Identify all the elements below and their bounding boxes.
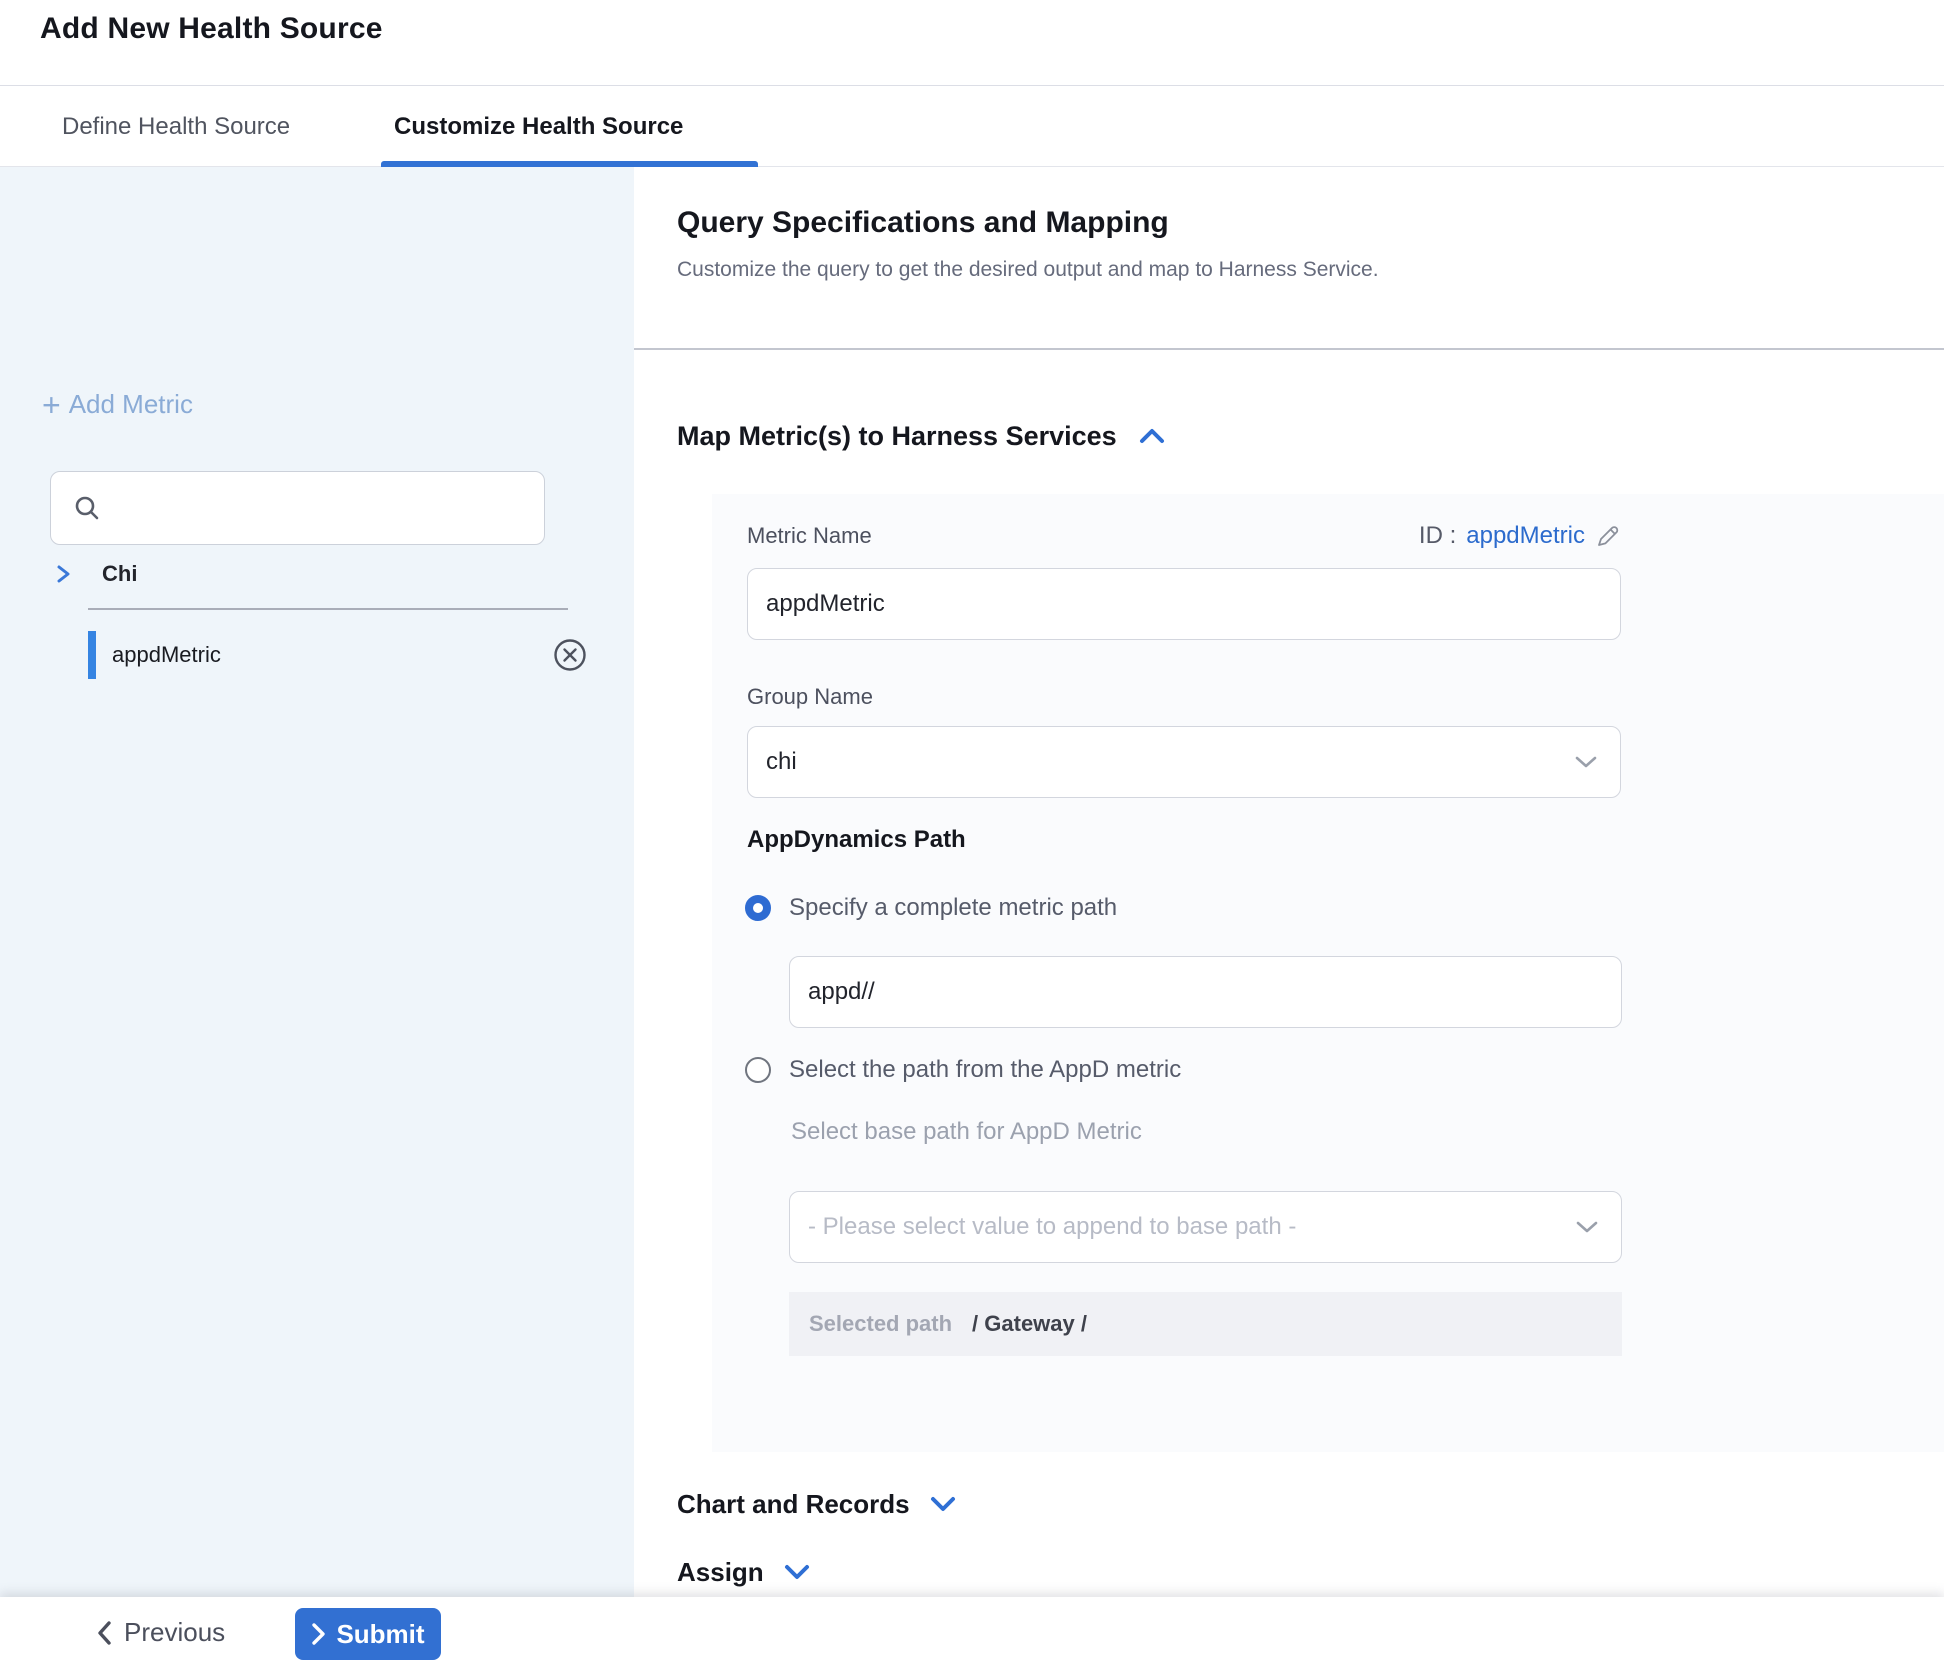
sidebar-metric-appdmetric[interactable]: appdMetric (88, 629, 588, 681)
metric-name-row: Metric Name ID : appdMetric (747, 522, 1621, 550)
selected-metric-indicator (88, 631, 96, 679)
metric-name-input[interactable] (747, 568, 1621, 640)
group-name-value: chi (766, 748, 797, 776)
chevron-down-icon (1575, 1220, 1599, 1234)
tab-define-health-source[interactable]: Define Health Source (62, 87, 290, 167)
circled-x-icon[interactable] (552, 637, 588, 673)
chevron-up-icon[interactable] (1137, 427, 1167, 445)
metrics-sidebar: + Add Metric Chi appdMetric (0, 167, 634, 1597)
group-name-label: Group Name (747, 684, 873, 710)
chevron-right-icon (311, 1622, 326, 1646)
pencil-icon[interactable] (1595, 523, 1621, 549)
previous-button[interactable]: Previous (96, 1597, 225, 1668)
selected-path-strip: Selected path / Gateway / (789, 1292, 1622, 1356)
chevron-left-icon (96, 1620, 112, 1646)
dialog-title: Add New Health Source (40, 12, 383, 46)
assign-section-header[interactable]: Assign (677, 1552, 812, 1592)
add-new-health-source-dialog: Add New Health Source Define Health Sour… (0, 0, 1944, 1668)
sidebar-divider (88, 608, 568, 610)
search-icon (73, 494, 101, 522)
map-metrics-section-header[interactable]: Map Metric(s) to Harness Services (677, 416, 1167, 456)
assign-label: Assign (677, 1557, 764, 1588)
previous-label: Previous (124, 1617, 225, 1648)
radio-selected-icon[interactable] (745, 895, 771, 921)
metric-id-value: appdMetric (1466, 522, 1585, 550)
tab-define-label: Define Health Source (62, 113, 290, 141)
radio-select-appd-path[interactable]: Select the path from the AppD metric (745, 1050, 1181, 1090)
metric-search-box (50, 471, 545, 545)
page-title: Query Specifications and Mapping (677, 206, 1169, 240)
metric-name-label: Metric Name (747, 523, 872, 549)
base-path-select[interactable]: - Please select value to append to base … (789, 1191, 1622, 1263)
dialog-header: Add New Health Source (0, 0, 1944, 86)
base-path-label: Select base path for AppD Metric (791, 1118, 1142, 1146)
radio-complete-path-label: Specify a complete metric path (789, 894, 1117, 922)
tab-customize-label: Customize Health Source (394, 113, 683, 141)
radio-select-path-label: Select the path from the AppD metric (789, 1056, 1181, 1084)
tab-bar: Define Health Source Customize Health So… (0, 87, 1944, 167)
chevron-right-icon[interactable] (52, 562, 74, 586)
dialog-footer: Previous Submit (0, 1597, 1944, 1668)
complete-metric-path-input[interactable] (789, 956, 1622, 1028)
sidebar-group-chi[interactable]: Chi (52, 561, 137, 587)
metric-id-label: ID : (1419, 522, 1456, 550)
appdynamics-path-heading: AppDynamics Path (747, 826, 966, 854)
group-name-select[interactable]: chi (747, 726, 1621, 798)
add-metric-label: Add Metric (69, 389, 193, 420)
submit-label: Submit (336, 1619, 424, 1650)
metric-label: appdMetric (112, 642, 552, 668)
chevron-down-icon (1574, 755, 1598, 769)
chevron-down-icon[interactable] (928, 1495, 958, 1513)
chevron-down-icon[interactable] (782, 1563, 812, 1581)
content-divider (634, 348, 1944, 350)
chart-and-records-label: Chart and Records (677, 1489, 910, 1520)
tab-customize-health-source[interactable]: Customize Health Source (394, 87, 683, 167)
submit-button[interactable]: Submit (295, 1608, 441, 1660)
metric-id-group: ID : appdMetric (1419, 522, 1621, 550)
add-metric-button[interactable]: + Add Metric (42, 389, 193, 420)
plus-icon: + (42, 392, 61, 418)
map-metrics-section-title: Map Metric(s) to Harness Services (677, 421, 1117, 452)
base-path-placeholder: - Please select value to append to base … (808, 1213, 1296, 1241)
selected-path-label: Selected path (809, 1311, 952, 1337)
search-input[interactable] (115, 493, 515, 523)
radio-unselected-icon[interactable] (745, 1057, 771, 1083)
group-label: Chi (102, 561, 137, 587)
radio-complete-metric-path[interactable]: Specify a complete metric path (745, 888, 1117, 928)
chart-and-records-section-header[interactable]: Chart and Records (677, 1484, 958, 1524)
page-subtitle: Customize the query to get the desired o… (677, 258, 1379, 282)
selected-path-value: / Gateway / (972, 1311, 1087, 1337)
map-metrics-panel: Metric Name ID : appdMetric Group Name c… (712, 494, 1944, 1452)
